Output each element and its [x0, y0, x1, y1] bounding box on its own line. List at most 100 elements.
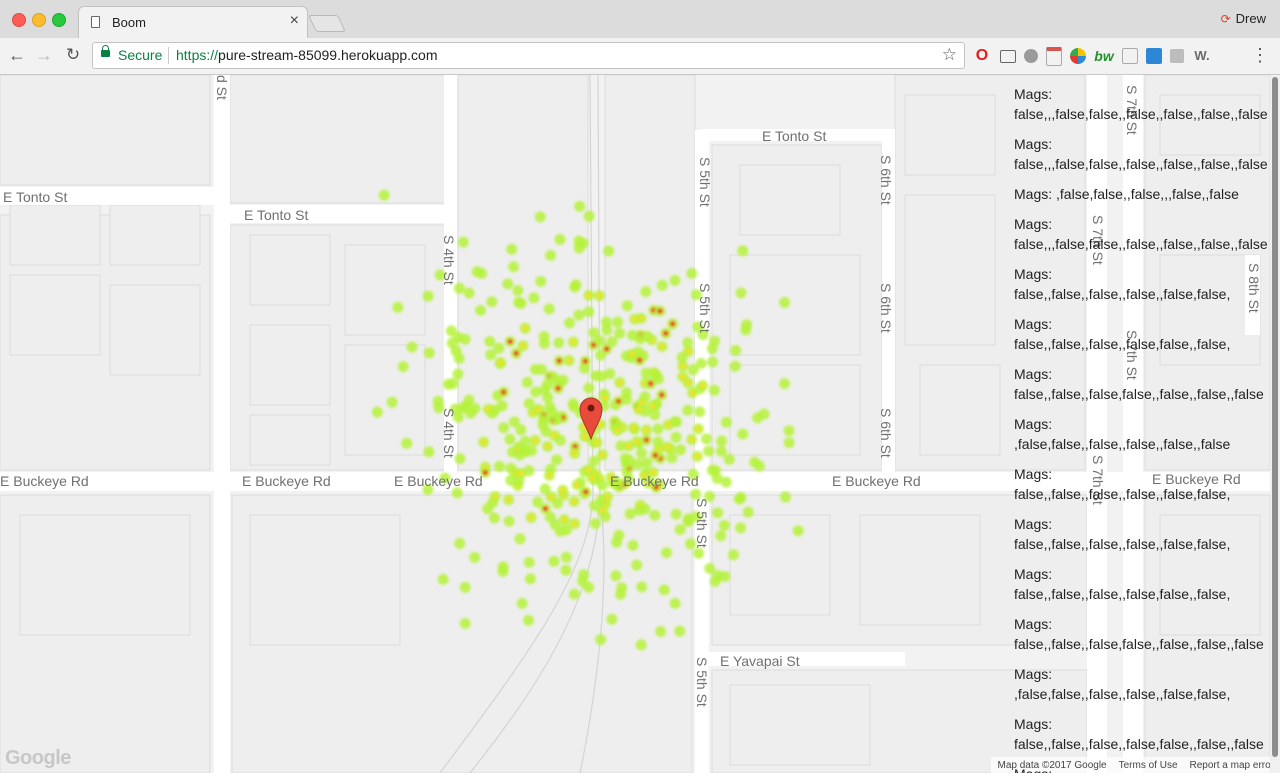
tab-strip: Boom × ⟳ Drew: [0, 0, 1280, 38]
heatmap-point: [583, 382, 595, 394]
heatmap-point: [661, 547, 672, 559]
heatmap-point: [658, 584, 670, 596]
heatmap-point: [709, 575, 721, 587]
heatmap-point: [723, 453, 735, 465]
mags-label: Mags:: [1014, 316, 1053, 332]
heatmap-point: [627, 539, 639, 551]
heatmap-hot-spot: [520, 343, 526, 349]
scrollbar-thumb[interactable]: [1272, 77, 1278, 757]
heatmap-point: [655, 626, 667, 637]
heatmap-hot-spot: [582, 358, 589, 365]
heatmap-point: [505, 462, 517, 474]
close-window-button[interactable]: [12, 13, 26, 27]
bookmark-star-icon[interactable]: ☆: [942, 45, 957, 65]
mags-value: false,,false,,false,,false,,false,false,: [1014, 286, 1231, 302]
heatmap-point: [560, 564, 572, 576]
scrollbar[interactable]: [1270, 75, 1280, 773]
heatmap-point: [548, 555, 560, 567]
blue-extension-icon[interactable]: [1146, 48, 1162, 64]
w-extension-icon[interactable]: W.: [1192, 46, 1212, 66]
heatmap-point: [568, 588, 580, 600]
divider: [168, 47, 169, 64]
cast-icon[interactable]: [1000, 49, 1016, 63]
street-label-buckeye: E Buckeye Rd: [242, 473, 331, 489]
mags-item: Mags: false,,false,,false,,false,,false,…: [1014, 264, 1270, 304]
url-text[interactable]: https://pure-stream-85099.herokuapp.com: [176, 47, 438, 63]
street-label-buckeye: E Buckeye Rd: [610, 473, 699, 489]
heatmap-point: [631, 559, 643, 571]
heatmap-hot-spot: [649, 403, 656, 409]
mags-item: Mags: false,,false,,false,,false,,false,…: [1014, 514, 1270, 554]
tab-close-icon[interactable]: ×: [290, 12, 299, 30]
forward-icon[interactable]: →: [33, 44, 55, 66]
street-label-buckeye: E Buckeye Rd: [0, 473, 89, 489]
tab-title: Boom: [112, 15, 146, 30]
minimize-window-button[interactable]: [32, 13, 46, 27]
heatmap-hot-spot: [566, 357, 572, 364]
heatmap-point: [674, 625, 686, 637]
browser-menu-icon[interactable]: ⋮: [1251, 45, 1269, 66]
heatmap-point: [706, 464, 718, 476]
grid-extension-icon[interactable]: [1122, 48, 1138, 64]
heatmap-hot-spot: [513, 350, 519, 357]
heatmap-hot-spot: [652, 452, 659, 459]
heatmap-point: [712, 507, 724, 519]
reload-icon[interactable]: ↻: [62, 44, 84, 66]
color-ball-extension-icon[interactable]: [1070, 48, 1086, 64]
mags-list: Mags: false,,,false,false,,false,,false,…: [1006, 75, 1270, 773]
heatmap-hot-spot: [689, 389, 696, 396]
calendar-extension-icon[interactable]: [1046, 46, 1062, 66]
bw-extension-icon[interactable]: bw: [1094, 46, 1114, 66]
heatmap-point: [583, 306, 595, 318]
heatmap-hot-spot: [528, 514, 534, 521]
heatmap-point: [573, 235, 585, 247]
heatmap-point: [392, 301, 404, 313]
heatmap-point: [534, 211, 546, 223]
heatmap-hot-spot: [634, 438, 640, 445]
mags-label: Mags:: [1014, 616, 1053, 632]
heatmap-hot-spot: [586, 292, 592, 299]
heatmap-hot-spot: [699, 382, 706, 389]
mags-value: false,,,false,false,,false,,false,,false…: [1014, 106, 1268, 122]
mags-value: false,,false,,false,false,,false,,false,…: [1014, 386, 1264, 402]
heatmap-hot-spot: [589, 475, 595, 481]
heatmap-point: [706, 343, 718, 355]
heatmap-point: [669, 597, 681, 609]
heatmap-point: [715, 445, 727, 457]
google-logo: Google: [5, 747, 71, 769]
heatmap-point: [508, 261, 519, 273]
heatmap-point: [594, 335, 606, 347]
back-icon[interactable]: ←: [6, 44, 28, 66]
heatmap-point: [454, 537, 466, 549]
circle-extension-icon[interactable]: [1024, 49, 1038, 63]
heatmap-point: [649, 409, 661, 421]
address-bar[interactable]: Secure https://pure-stream-85099.herokua…: [92, 42, 965, 69]
mags-label: Mags:: [1014, 766, 1052, 773]
maximize-window-button[interactable]: [52, 13, 66, 27]
new-tab-button[interactable]: [308, 15, 346, 32]
heatmap-point: [551, 413, 563, 425]
profile-button[interactable]: ⟳ Drew: [1221, 11, 1266, 26]
heatmap-hot-spot: [603, 346, 610, 352]
heatmap-point: [634, 333, 646, 345]
shirt-extension-icon[interactable]: [1170, 49, 1184, 63]
heatmap-point: [682, 404, 694, 416]
tab-boom[interactable]: Boom ×: [78, 6, 308, 38]
street-label-5th: S 5th St: [694, 657, 710, 707]
url-scheme: https://: [176, 47, 219, 63]
heatmap-point: [459, 333, 471, 345]
heatmap-point: [652, 423, 664, 435]
heatmap-point: [741, 319, 753, 331]
opera-extension-icon[interactable]: O: [972, 46, 992, 66]
mags-value: false,,,false,false,,false,,false,,false…: [1014, 156, 1268, 172]
mags-item: Mags: ,false,false,,false,,,false,,false: [1014, 184, 1270, 204]
heatmap-point: [447, 378, 459, 390]
mags-item: Mags: false,,false,,false,,false,false,,…: [1014, 714, 1270, 754]
heatmap-point: [471, 266, 483, 278]
mags-item: Mags: false,,,false,false,,false,,false,…: [1014, 214, 1270, 254]
street-label-buckeye: E Buckeye Rd: [832, 473, 921, 489]
mags-value: ,false,false,,false,,,false,,false: [1056, 186, 1239, 202]
heatmap-point: [694, 406, 706, 418]
mags-value: false,,,false,false,,false,,false,,false…: [1014, 236, 1268, 252]
heatmap-point: [459, 617, 471, 629]
